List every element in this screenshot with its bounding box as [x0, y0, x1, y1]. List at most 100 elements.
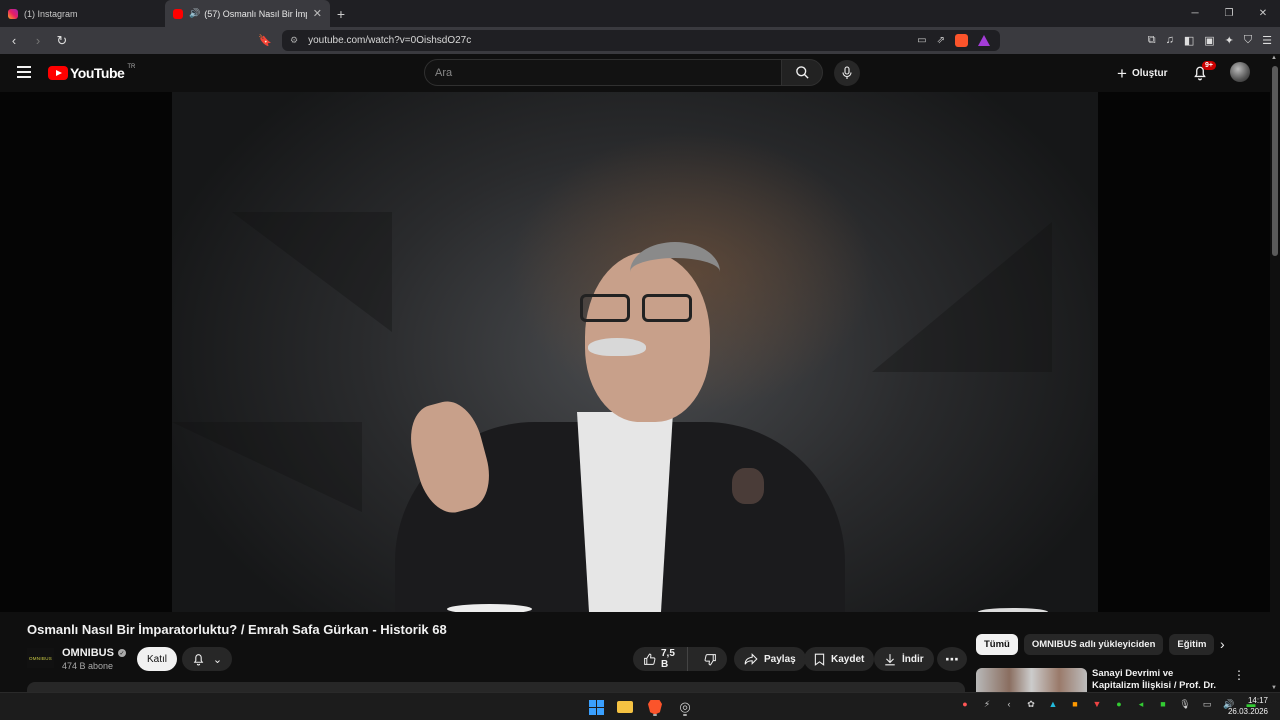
vpn-icon[interactable]: ⛉ — [1244, 34, 1252, 47]
more-vertical-icon[interactable]: ⋮ — [1233, 668, 1245, 682]
page-scrollbar[interactable]: ▲ ▼ — [1270, 54, 1280, 692]
thumbs-up-icon — [644, 653, 656, 665]
related-filter-chips: Tümü OMNIBUS adlı yükleyiciden Eğitim — [976, 634, 1215, 655]
share-page-icon[interactable]: ⇗ — [937, 35, 945, 46]
video-title: Osmanlı Nasıl Bir İmparatorluktu? / Emra… — [27, 622, 447, 637]
back-icon[interactable]: ‹ — [4, 31, 24, 51]
clock-time: 14:17 — [1247, 696, 1268, 705]
scrollbar-thumb[interactable] — [1272, 66, 1278, 256]
browser-toolbar: ‹ › ↻ 🔖 ⚙ youtube.com/watch?v=0OishsdO27… — [0, 27, 1280, 54]
like-count: 7,5 B — [661, 648, 675, 670]
chip-from-uploader[interactable]: OMNIBUS adlı yükleyiciden — [1023, 634, 1164, 655]
tray-app-icon[interactable]: ✿ — [1024, 699, 1038, 710]
like-button[interactable]: 7,5 B — [633, 647, 688, 671]
chip-all[interactable]: Tümü — [976, 634, 1018, 655]
save-button[interactable]: Kaydet — [804, 647, 875, 671]
account-avatar[interactable] — [1230, 62, 1250, 82]
recommended-video-thumbnail[interactable] — [976, 668, 1087, 692]
tray-app-icon[interactable]: ■ — [1156, 699, 1170, 710]
tray-app-icon[interactable]: ▼ — [1090, 699, 1104, 710]
verified-icon: ✓ — [117, 649, 126, 657]
youtube-logo[interactable]: YouTube TR — [48, 64, 135, 81]
youtube-header: YouTube TR Ara + Oluştur 9+ — [0, 54, 1270, 92]
tray-app-icon[interactable]: ● — [1112, 699, 1126, 710]
minimize-icon[interactable]: ─ — [1178, 0, 1212, 27]
brave-rewards-icon[interactable] — [978, 35, 990, 46]
app-icon[interactable]: ◎ — [675, 697, 695, 717]
tray-app-icon[interactable]: ■ — [1068, 699, 1082, 710]
clock-date: 26.03.2026 — [1227, 707, 1268, 716]
system-clock[interactable]: 14:17 26.03.2026 — [1226, 695, 1268, 717]
speaker-icon[interactable]: 🔊 — [189, 8, 200, 19]
thumbs-down-icon — [704, 653, 716, 665]
close-window-icon[interactable]: ✕ — [1246, 0, 1280, 27]
menu-icon[interactable]: ☰ — [1262, 34, 1272, 47]
scroll-up-icon[interactable]: ▲ — [1271, 55, 1277, 61]
url-actions: ▭ ⇗ — [917, 34, 990, 47]
screenshot-icon[interactable]: ⧉ — [1148, 34, 1156, 47]
notifications-button[interactable]: 9+ — [1192, 61, 1216, 82]
reload-icon[interactable]: ↻ — [52, 31, 72, 51]
tray-app-icon[interactable]: ● — [958, 699, 972, 710]
forward-icon[interactable]: › — [28, 31, 48, 51]
channel-avatar[interactable]: OMNIBUS — [27, 648, 54, 668]
join-button[interactable]: Katıl — [137, 647, 177, 671]
share-icon — [744, 653, 758, 665]
scroll-down-icon[interactable]: ▼ — [1271, 685, 1277, 691]
leo-ai-icon[interactable]: ✦ — [1225, 34, 1234, 47]
tab-instagram[interactable]: (1) Instagram — [0, 0, 165, 27]
chevron-right-icon[interactable]: › — [1220, 636, 1225, 652]
notification-badge: 9+ — [1202, 61, 1216, 70]
chevron-down-icon: ⌄ — [212, 653, 223, 666]
chip-education[interactable]: Eğitim — [1169, 634, 1215, 655]
maximize-icon[interactable]: ❐ — [1212, 0, 1246, 27]
site-info-icon[interactable]: ⚙ — [290, 35, 298, 46]
guide-menu-icon[interactable] — [17, 66, 31, 78]
window-controls: ─ ❐ ✕ — [1178, 0, 1280, 27]
network-icon[interactable]: ▭ — [1200, 699, 1214, 710]
bookmark-icon[interactable]: 🔖 — [258, 34, 272, 47]
file-explorer-icon[interactable] — [615, 697, 635, 717]
brave-shields-icon[interactable] — [955, 34, 968, 47]
mic-icon — [842, 66, 852, 79]
tab-youtube[interactable]: 🔊 (57) Osmanlı Nasıl Bir İmparatorluktu?… — [165, 0, 330, 27]
channel-name[interactable]: OMNIBUS ✓ — [62, 647, 126, 659]
voice-search-button[interactable] — [834, 60, 860, 86]
brave-browser-icon[interactable] — [645, 697, 665, 717]
bookmark-icon — [814, 653, 825, 666]
youtube-wordmark: YouTube — [70, 65, 125, 81]
instagram-icon — [8, 8, 18, 19]
plus-icon: + — [1117, 63, 1127, 83]
windows-taskbar: ◎ ● ⚡ ‹ ✿ ▲ ■ ▼ ● ◂ ■ 🎙 ▭ 🔊 ▬ 14:17 26.0… — [0, 692, 1280, 720]
media-icon[interactable]: ♫ — [1166, 34, 1174, 47]
system-tray: ● ⚡ ‹ ✿ ▲ ■ ▼ ● ◂ ■ 🎙 ▭ 🔊 ▬ — [958, 699, 1258, 710]
download-icon — [885, 653, 895, 665]
wallet-icon[interactable]: ▣ — [1204, 34, 1214, 47]
description-box[interactable] — [27, 682, 965, 692]
recommended-video-title[interactable]: Sanayi Devrimi ve Kapitalizm İlişkisi / … — [1092, 668, 1222, 692]
dislike-button[interactable] — [694, 653, 727, 666]
tray-app-icon[interactable]: ‹ — [1002, 699, 1016, 710]
windows-start-icon[interactable] — [586, 697, 606, 717]
subscription-bell-button[interactable]: ⌄ — [182, 647, 232, 671]
browser-right-tools: ⧉ ♫ ◧ ▣ ✦ ⛉ ☰ — [1148, 34, 1272, 47]
search-input[interactable]: Ara — [424, 59, 782, 86]
share-button[interactable]: Paylaş — [734, 647, 806, 671]
search-icon — [795, 66, 809, 79]
create-button[interactable]: + Oluştur — [1117, 63, 1168, 83]
search-button[interactable] — [781, 59, 823, 86]
cast-icon[interactable]: ▭ — [917, 35, 926, 46]
mic-icon[interactable]: 🎙 — [1178, 699, 1192, 710]
tray-app-icon[interactable]: ◂ — [1134, 699, 1148, 710]
sidebar-icon[interactable]: ◧ — [1184, 34, 1194, 47]
video-player[interactable]: ✦ — [0, 92, 1270, 612]
more-actions-button[interactable]: ⋯ — [937, 647, 967, 671]
tray-app-icon[interactable]: ▲ — [1046, 699, 1060, 710]
url-text: youtube.com/watch?v=0OishsdO27c — [308, 35, 472, 46]
close-tab-icon[interactable]: ✕ — [313, 7, 322, 20]
address-bar[interactable]: ⚙ youtube.com/watch?v=0OishsdO27c ▭ ⇗ — [282, 30, 1000, 51]
tray-app-icon[interactable]: ⚡ — [980, 699, 994, 710]
search-placeholder: Ara — [435, 66, 453, 79]
new-tab-button[interactable]: + — [330, 0, 352, 27]
download-button[interactable]: İndir — [874, 647, 934, 671]
